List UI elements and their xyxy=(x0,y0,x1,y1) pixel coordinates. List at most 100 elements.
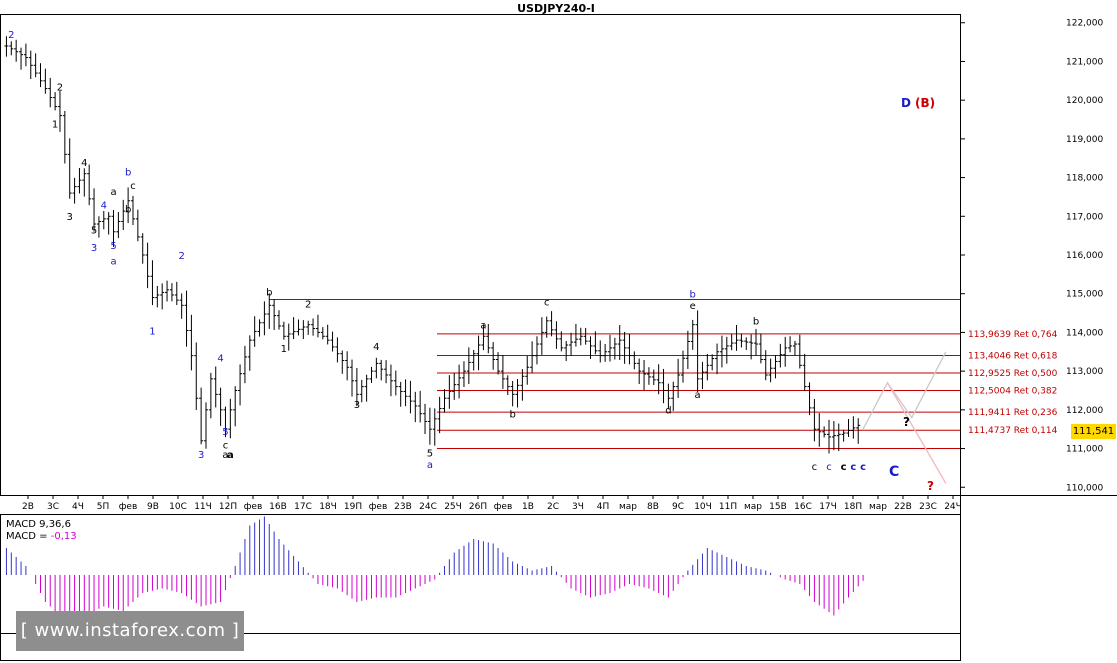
wave-label: 3 xyxy=(91,243,97,254)
time-tick-label: 8В xyxy=(647,502,659,512)
price-tick-label: 122,000 xyxy=(1066,19,1103,29)
wave-label: b xyxy=(266,288,272,299)
wave-label: a xyxy=(427,460,433,471)
price-tick-label: 112,000 xyxy=(1066,406,1103,416)
wave-label: b xyxy=(125,168,131,179)
question-mark-upper: ? xyxy=(903,415,910,429)
macd-value: -0,13 xyxy=(51,531,77,542)
time-tick-label: 23С xyxy=(919,502,937,512)
time-tick-label: 5П xyxy=(97,502,110,512)
wave-label: 3 xyxy=(198,450,204,461)
wave-label: c xyxy=(130,181,136,192)
time-tick-label: фев xyxy=(119,502,138,512)
time-tick-label: 9В xyxy=(147,502,159,512)
time-tick-label: 24С xyxy=(419,502,437,512)
time-tick-label: 23В xyxy=(394,502,412,512)
wave-label: a xyxy=(695,390,701,401)
wave-label: b xyxy=(509,410,515,421)
wave-label: 3 xyxy=(67,212,73,223)
fib-level-label: 113,4046 Ret 0,618 xyxy=(968,351,1058,361)
time-tick-label: 22В xyxy=(894,502,912,512)
fib-level-label: 112,5004 Ret 0,382 xyxy=(968,386,1057,396)
time-tick-label: 3Ч xyxy=(572,502,584,512)
price-tick-label: 117,000 xyxy=(1066,212,1103,222)
price-chart: USDJPY240-I 122,000 121,000 120,000 119,000… xyxy=(0,0,1117,663)
question-mark-lower: ? xyxy=(927,479,934,493)
time-tick-label: 17Ч xyxy=(819,502,837,512)
wave-big-c-label: C xyxy=(889,464,899,480)
price-tick-label: 110,000 xyxy=(1066,483,1103,493)
time-tick-label: 3С xyxy=(47,502,59,512)
wave-label-bold: c xyxy=(841,462,847,473)
wave-label: 1 xyxy=(281,344,287,355)
time-tick-label: фев xyxy=(244,502,263,512)
wave-label: 2 xyxy=(57,82,63,93)
time-tick-label: 17С xyxy=(294,502,312,512)
wave-label: 2 xyxy=(178,251,184,262)
watermark: [ www.instaforex.com ] xyxy=(16,611,244,651)
wave-label: d xyxy=(665,406,671,417)
wave-label: 5 xyxy=(222,427,228,438)
wave-label: a xyxy=(480,321,486,332)
fib-level-label: 111,4737 Ret 0,114 xyxy=(968,426,1058,436)
wave-label: 5 xyxy=(427,448,433,459)
wave-label: 1 xyxy=(52,119,58,130)
time-tick-label: 26П xyxy=(469,502,487,512)
time-tick-label: мар xyxy=(869,502,887,512)
time-tick-label: фев xyxy=(369,502,388,512)
wave-label: 5 xyxy=(110,241,116,252)
wave-label-bold: c xyxy=(850,462,856,473)
wave-label: 4 xyxy=(217,353,223,364)
time-tick-label: 2В xyxy=(22,502,34,512)
time-tick-label: мар xyxy=(619,502,637,512)
wave-label: 3 xyxy=(354,400,360,411)
time-tick-label: 4Ч xyxy=(72,502,84,512)
wave-label: 1 xyxy=(149,326,155,337)
time-tick-label: 1В xyxy=(522,502,534,512)
wave-d-label: D xyxy=(901,96,911,110)
time-tick-label: 16С xyxy=(794,502,812,512)
wave-label-bold: a xyxy=(227,450,234,461)
price-tick-label: 120,000 xyxy=(1066,96,1103,106)
wave-label: 4 xyxy=(373,342,379,353)
time-tick-label: 9С xyxy=(672,502,684,512)
macd-value-label: MACD = -0,13 xyxy=(6,531,77,542)
wave-label: c xyxy=(544,297,550,308)
chart-window: USDJPY240-I 122,000 121,000 120,000 119,000… xyxy=(0,0,1117,663)
chart-title: USDJPY240-I xyxy=(517,2,595,15)
wave-label: b xyxy=(125,204,131,215)
wave-label: 2 xyxy=(8,30,14,41)
time-tick-label: 11Ч xyxy=(194,502,212,512)
time-tick-label: 15В xyxy=(769,502,787,512)
time-tick-label: 19П xyxy=(344,502,362,512)
chart-background xyxy=(0,0,1117,663)
wave-label: b xyxy=(753,317,759,328)
time-tick-label: фев xyxy=(494,502,513,512)
wave-label: 5 xyxy=(91,226,97,237)
wave-label: a xyxy=(110,187,116,198)
wave-label-bold: c xyxy=(860,462,866,473)
wave-label: 4 xyxy=(81,158,87,169)
fib-level-label: 112,9525 Ret 0,500 xyxy=(968,369,1058,379)
wave-b-label: (B) xyxy=(915,96,935,110)
time-tick-label: 2С xyxy=(547,502,559,512)
price-tick-label: 121,000 xyxy=(1066,57,1103,67)
wave-label: 2 xyxy=(305,299,311,310)
time-tick-label: 18П xyxy=(844,502,862,512)
price-tick-label: 115,000 xyxy=(1066,290,1103,300)
wave-label: b xyxy=(690,290,696,301)
current-price-tag: 111,541 xyxy=(1071,424,1116,439)
time-tick-label: 10С xyxy=(169,502,187,512)
time-tick-label: 10Ч xyxy=(694,502,712,512)
price-tick-label: 118,000 xyxy=(1066,174,1103,184)
time-tick-label: 18Ч xyxy=(319,502,337,512)
macd-params-label: MACD 9,36,6 xyxy=(6,519,71,530)
wave-label: c xyxy=(826,462,832,473)
price-tick-label: 114,000 xyxy=(1066,328,1103,338)
time-tick-label: 16В xyxy=(269,502,287,512)
time-tick-label: 11П xyxy=(719,502,737,512)
time-tick-label: 12П xyxy=(219,502,237,512)
time-tick-label: 25Ч xyxy=(444,502,462,512)
wave-label: 4 xyxy=(101,201,107,212)
fib-level-label: 113,9639 Ret 0,764 xyxy=(968,330,1058,340)
